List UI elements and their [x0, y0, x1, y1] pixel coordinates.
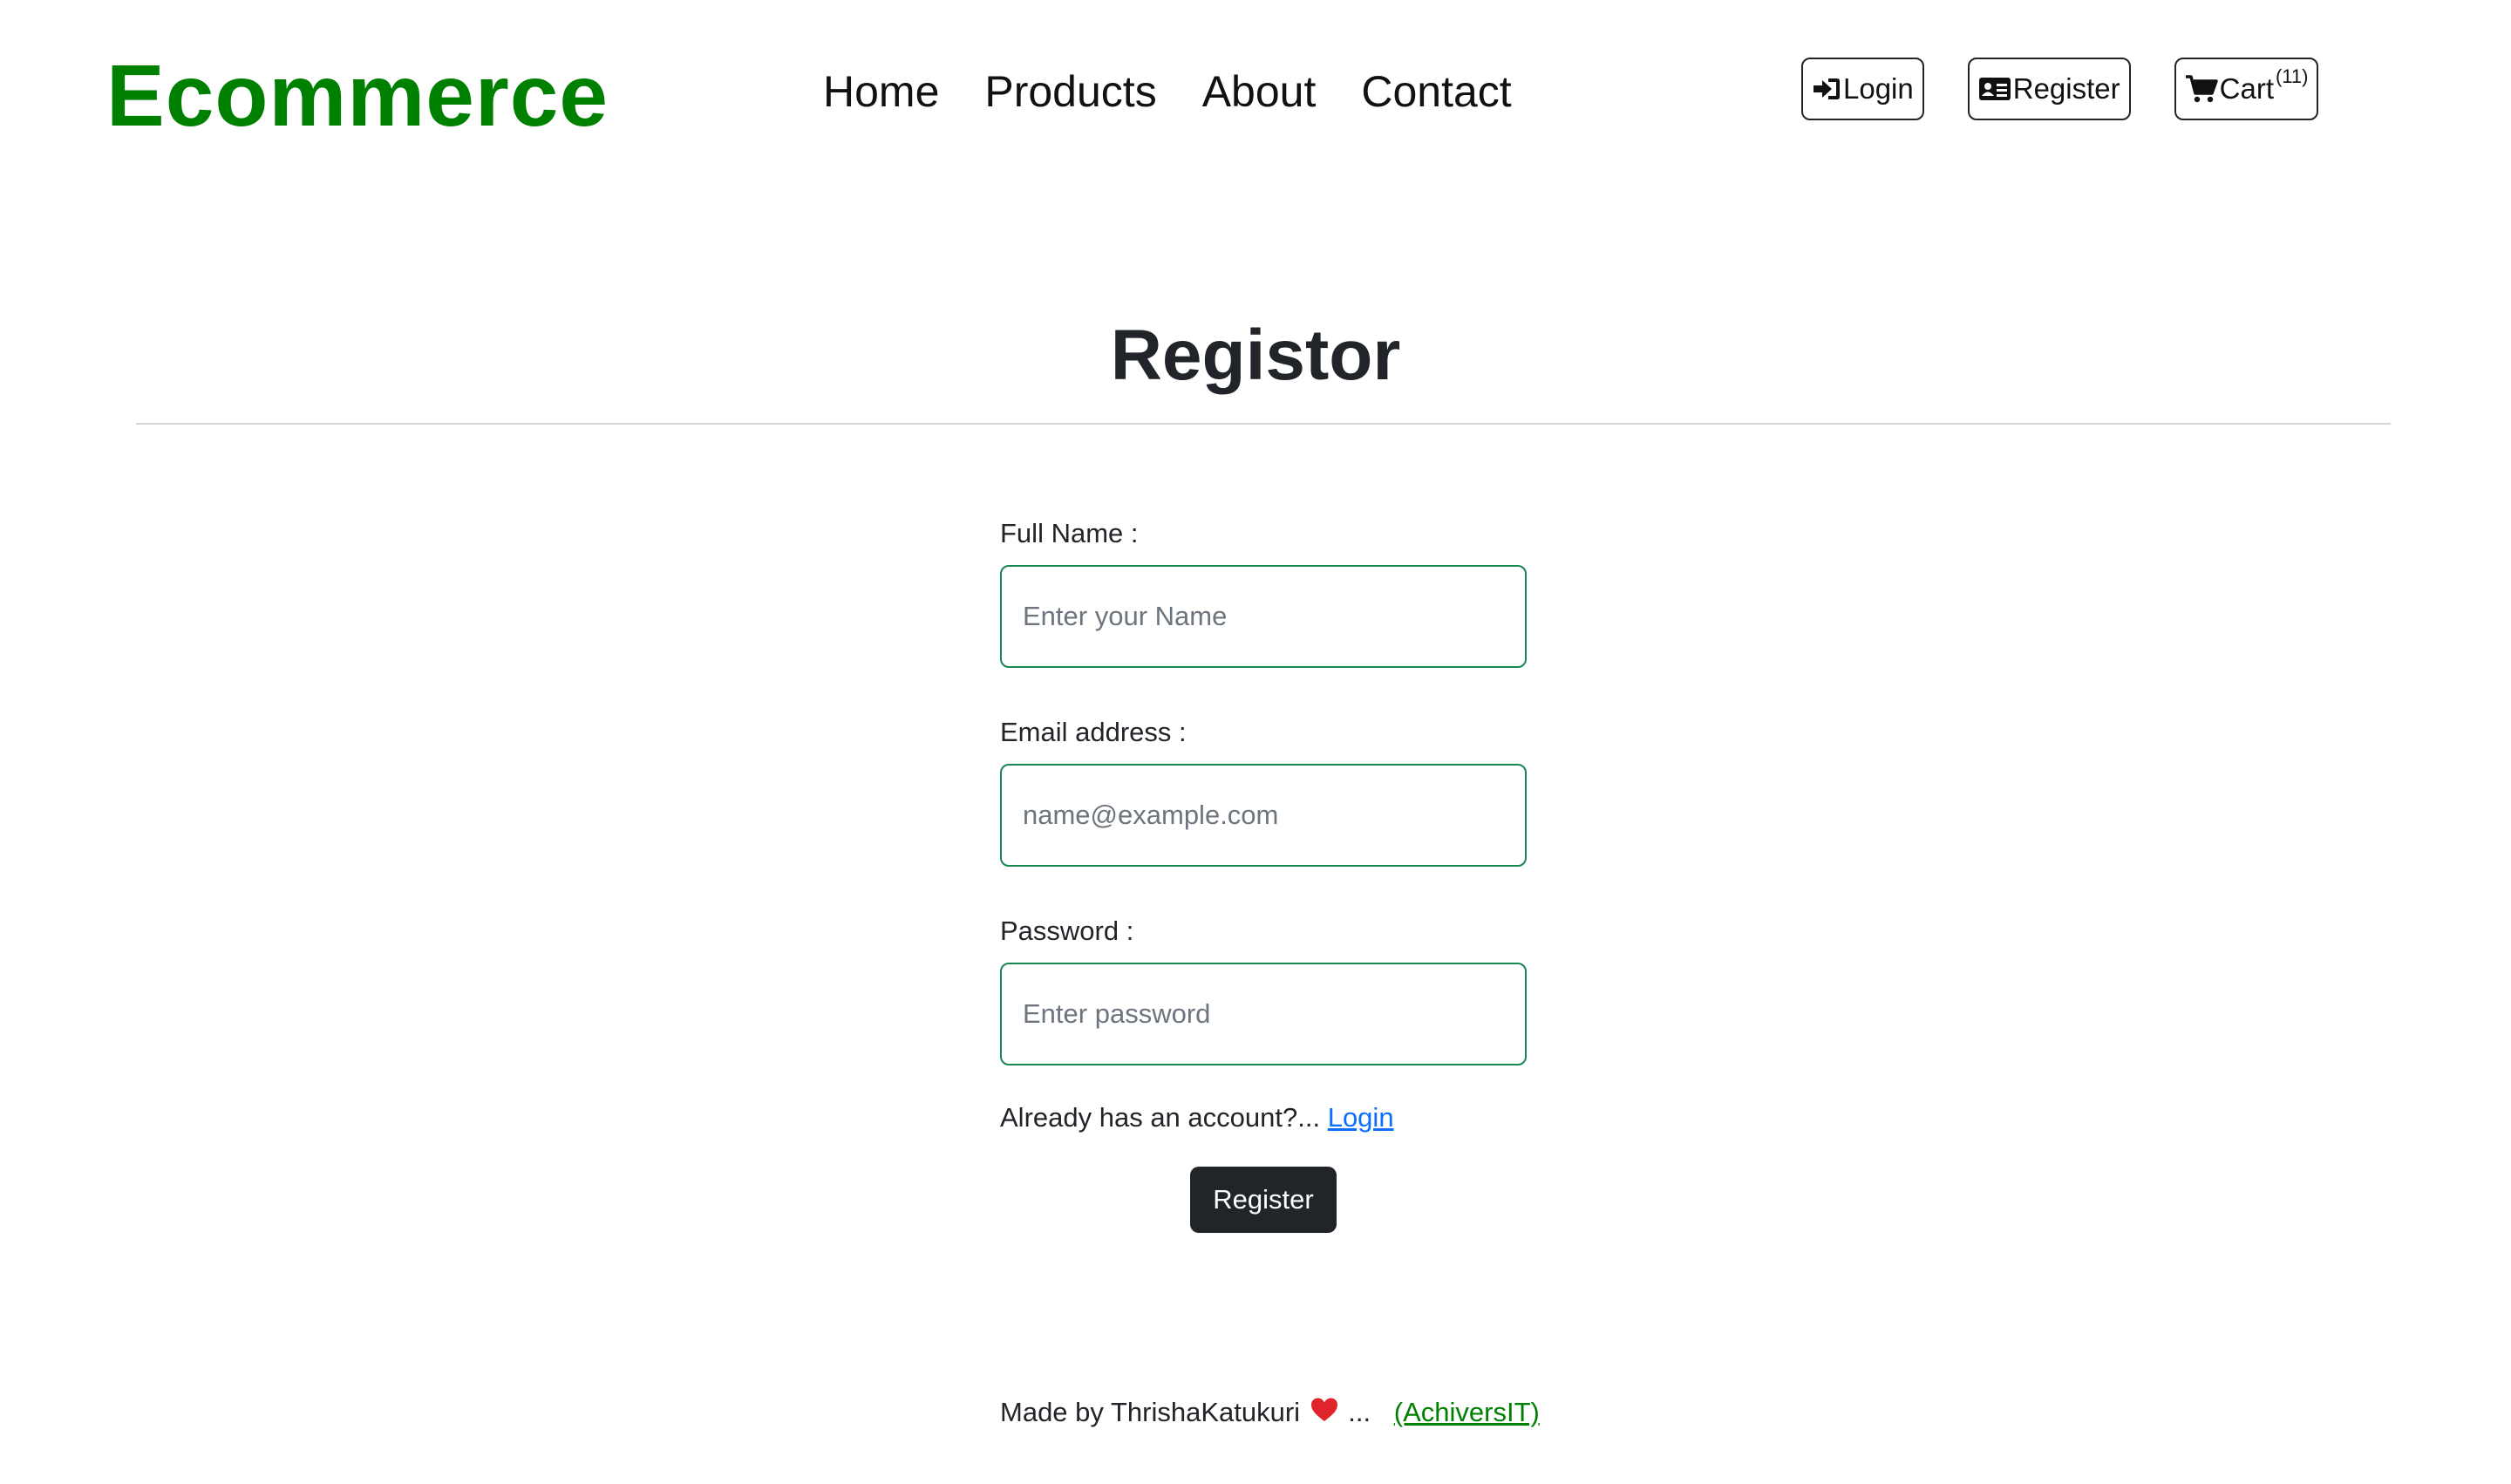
footer-link[interactable]: (AchiversIT) — [1394, 1397, 1540, 1427]
password-label: Password : — [1000, 916, 1134, 946]
footer-credit: Made by ThrishaKatukuri — [1000, 1397, 1301, 1427]
footer: Made by ThrishaKatukuri ... (AchiversIT) — [1000, 1393, 1540, 1433]
cart-count-badge: (11) — [2275, 65, 2309, 87]
nav-item-home: Home — [823, 61, 939, 122]
full-name-group: Full Name : — [1000, 514, 1527, 668]
full-name-input[interactable] — [1000, 565, 1527, 668]
page-title: Registor — [1110, 316, 1401, 395]
title-divider — [136, 423, 2391, 425]
nav-item-products: Products — [984, 61, 1156, 122]
nav-link-about[interactable]: About — [1202, 67, 1317, 116]
brand-logo[interactable]: Ecommerce — [106, 45, 609, 146]
register-nav-button[interactable]: Register — [1967, 58, 2131, 120]
nav-link-products[interactable]: Products — [984, 67, 1156, 116]
password-group: Password : — [1000, 912, 1527, 1065]
register-submit-button[interactable]: Register — [1190, 1167, 1337, 1233]
login-button[interactable]: Login — [1801, 58, 1924, 120]
password-input[interactable] — [1000, 963, 1527, 1065]
footer-ellipsis: ... — [1348, 1397, 1371, 1427]
nav-link-home[interactable]: Home — [823, 67, 939, 116]
email-input[interactable] — [1000, 764, 1527, 867]
cart-button[interactable]: Cart (11) — [2174, 58, 2319, 120]
shopping-cart-icon — [2185, 74, 2218, 104]
heart-icon — [1310, 1395, 1339, 1433]
register-form: Full Name : Email address : Password : A… — [1000, 514, 1527, 1233]
cart-button-label: Cart — [2219, 72, 2274, 105]
nav-actions: Login Register Cart (11) — [1801, 58, 2319, 120]
email-group: Email address : — [1000, 713, 1527, 867]
nav-item-about: About — [1202, 61, 1317, 122]
nav-item-contact: Contact — [1361, 61, 1511, 122]
login-link[interactable]: Login — [1328, 1102, 1394, 1133]
nav-link-contact[interactable]: Contact — [1361, 67, 1511, 116]
sign-in-icon — [1812, 76, 1841, 102]
submit-wrap: Register — [1000, 1167, 1527, 1233]
full-name-label: Full Name : — [1000, 518, 1139, 548]
login-prompt-text: Already has an account?... — [1000, 1102, 1321, 1133]
login-button-label: Login — [1843, 72, 1914, 105]
id-card-icon — [1978, 76, 2011, 102]
register-nav-button-label: Register — [2012, 72, 2120, 105]
navbar: Ecommerce Home Products About Contact Lo… — [0, 0, 2511, 183]
main-nav: Home Products About Contact — [823, 61, 1512, 122]
login-prompt: Already has an account?... Login — [1000, 1099, 1527, 1137]
email-label: Email address : — [1000, 717, 1187, 747]
